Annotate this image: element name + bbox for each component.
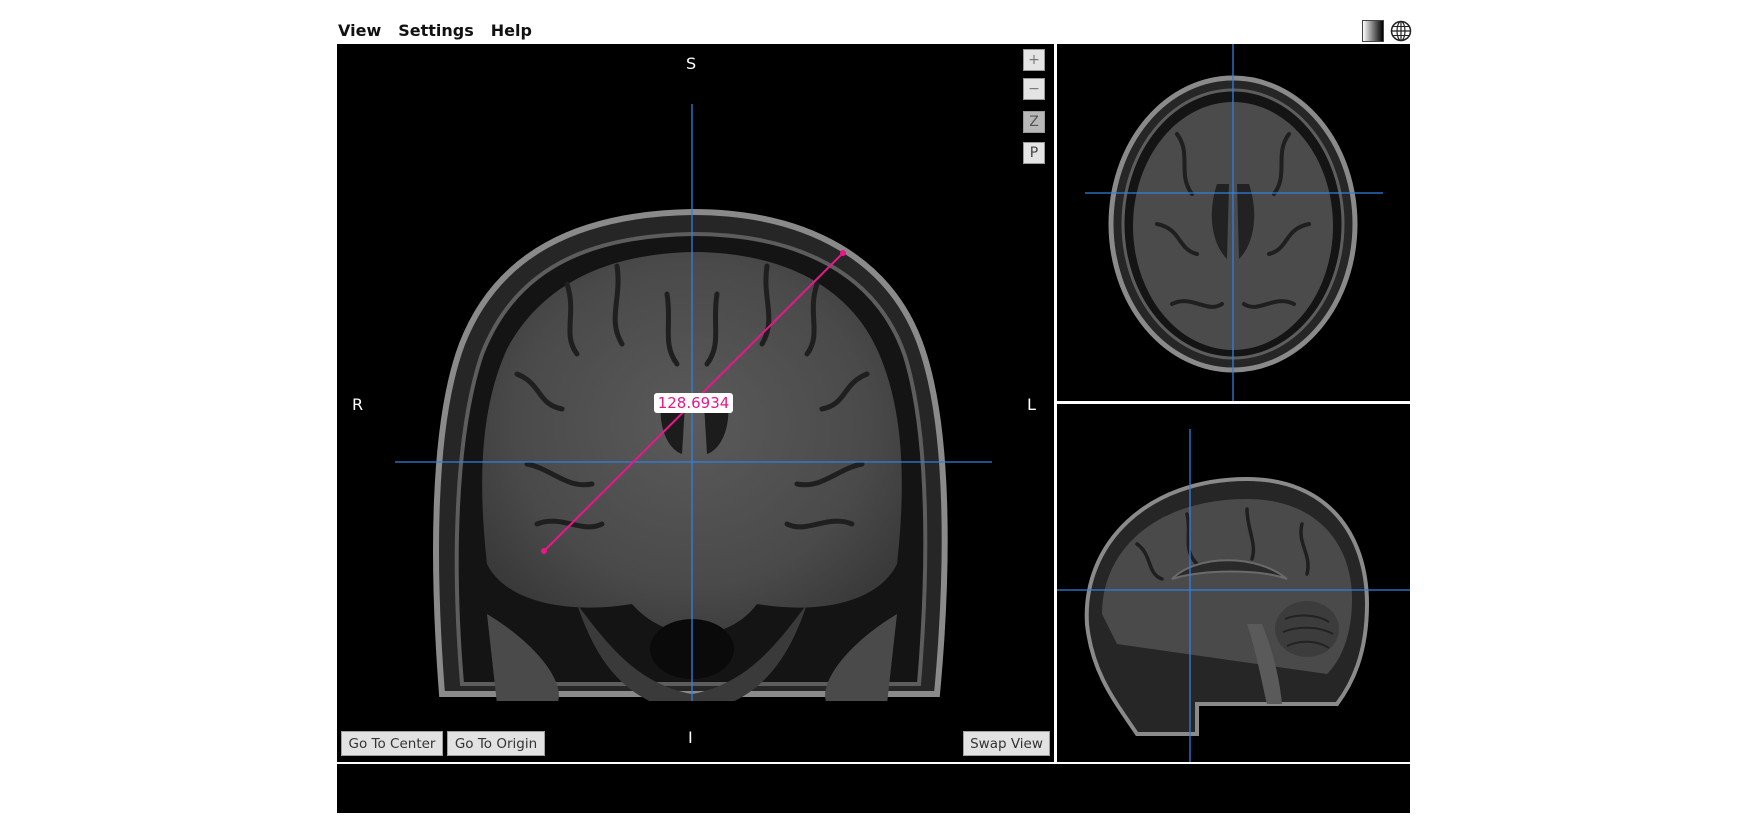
ruler-endpoint-end [840, 250, 846, 256]
p-button[interactable]: P [1023, 142, 1045, 164]
sagittal-view[interactable] [1057, 404, 1410, 762]
zoom-in-button[interactable]: + [1023, 49, 1045, 71]
swap-view-button[interactable]: Swap View [963, 731, 1050, 756]
menu-help[interactable]: Help [491, 21, 532, 40]
coronal-view[interactable]: 128.6934 S I R L + − Z P Go To Center Go… [337, 44, 1054, 762]
orientation-inferior: I [688, 728, 693, 747]
axial-slice-image [1085, 44, 1383, 401]
viewer-frame: 128.6934 S I R L + − Z P Go To Center Go… [337, 44, 1410, 762]
ruler-endpoint-start [541, 548, 547, 554]
orientation-superior: S [686, 54, 697, 73]
globe-icon[interactable] [1390, 20, 1412, 42]
menu-settings[interactable]: Settings [398, 21, 474, 40]
status-bar [337, 764, 1410, 813]
coronal-slice-image: 128.6934 [337, 104, 1054, 762]
z-button[interactable]: Z [1023, 111, 1045, 133]
orientation-right: R [352, 395, 364, 414]
axial-view[interactable] [1057, 44, 1410, 401]
toolbar [1362, 20, 1412, 42]
zoom-out-button[interactable]: − [1023, 78, 1045, 100]
orientation-left: L [1027, 395, 1036, 414]
menu-bar: View Settings Help [338, 14, 549, 46]
menu-view[interactable]: View [338, 21, 381, 40]
contrast-icon[interactable] [1362, 20, 1384, 42]
measurement-label: 128.6934 [658, 394, 730, 412]
go-to-origin-button[interactable]: Go To Origin [447, 731, 545, 756]
go-to-center-button[interactable]: Go To Center [341, 731, 443, 756]
sagittal-slice-image [1057, 429, 1410, 762]
